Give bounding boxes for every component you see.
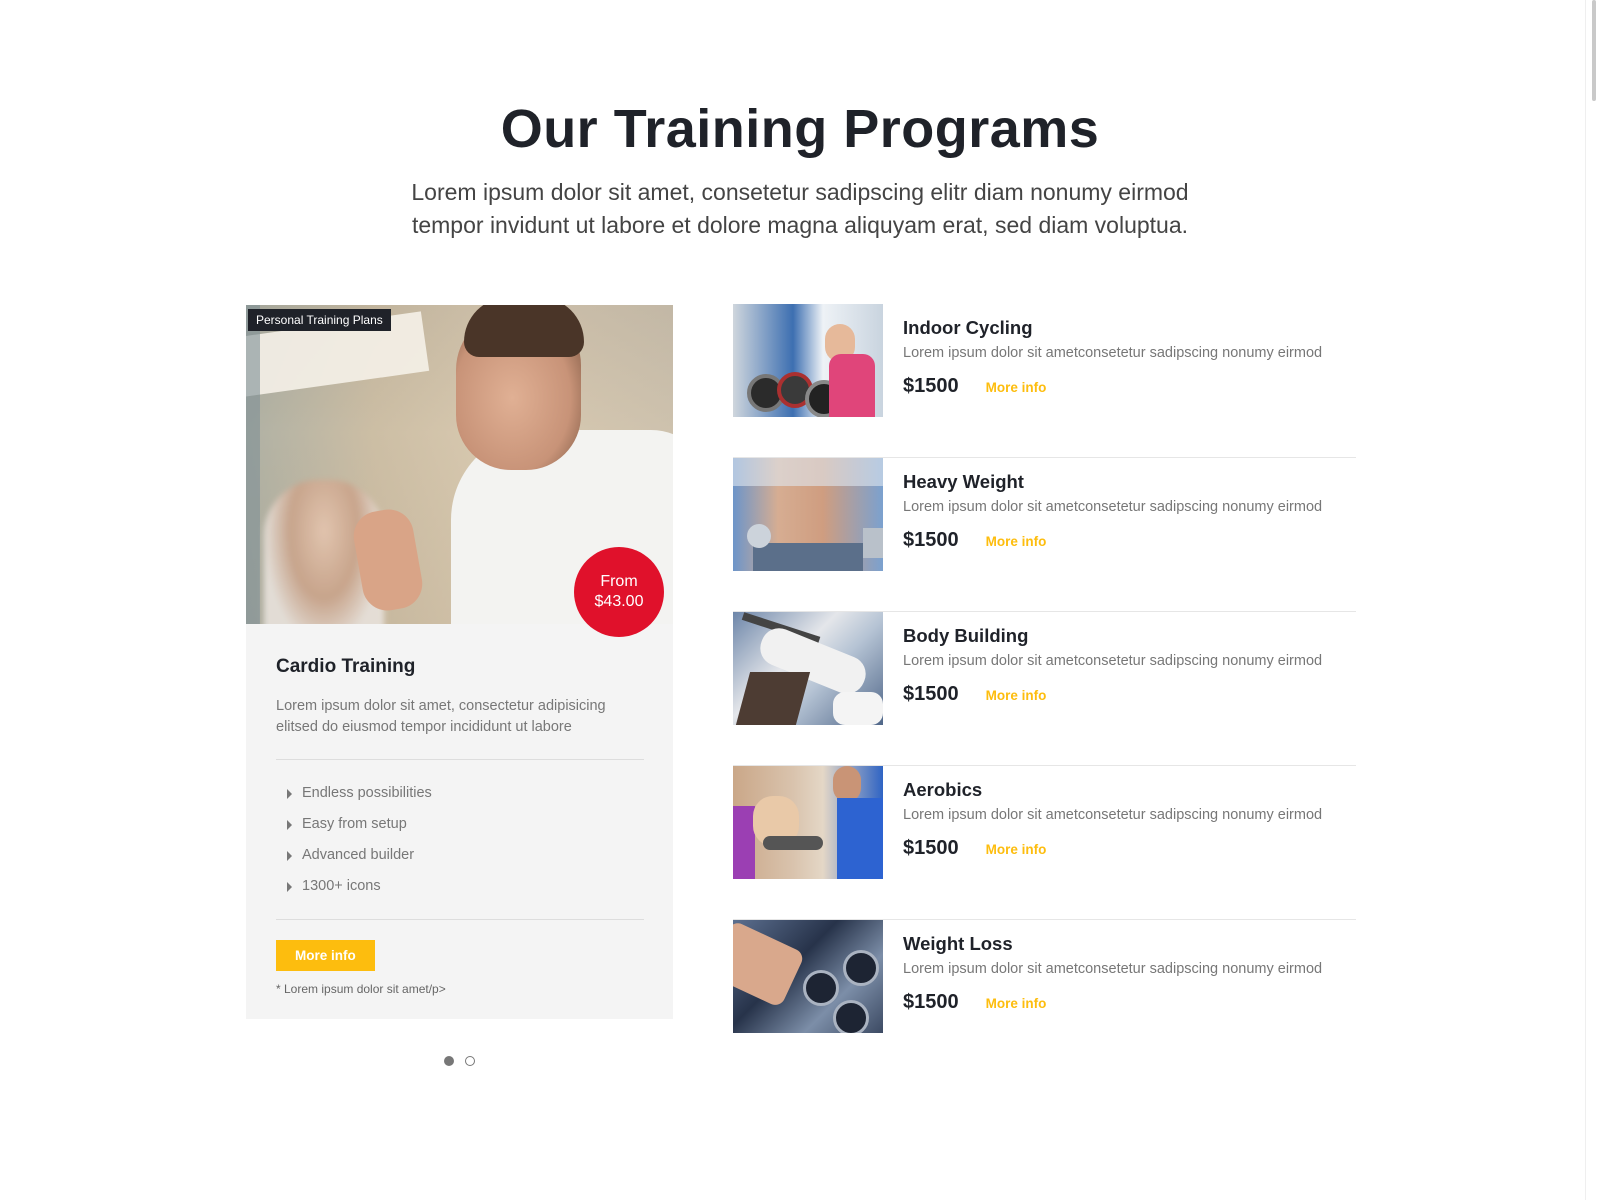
carousel-pagination bbox=[444, 1056, 475, 1066]
divider bbox=[276, 919, 644, 920]
program-meta: $1500 More info bbox=[903, 683, 1353, 706]
footnote: * Lorem ipsum dolor sit amet/p> bbox=[276, 982, 446, 996]
program-meta: $1500 More info bbox=[903, 375, 1353, 398]
program-info: Body Building Lorem ipsum dolor sit amet… bbox=[903, 624, 1353, 706]
program-thumbnail[interactable] bbox=[733, 304, 883, 417]
program-list: Indoor Cycling Lorem ipsum dolor sit ame… bbox=[733, 304, 1356, 1073]
featured-title: Cardio Training bbox=[276, 656, 416, 677]
carousel-dot-2[interactable] bbox=[465, 1056, 475, 1066]
caret-right-icon bbox=[287, 820, 292, 830]
program-title: Heavy Weight bbox=[903, 471, 1024, 492]
program-item-indoor-cycling: Indoor Cycling Lorem ipsum dolor sit ame… bbox=[733, 304, 1356, 458]
carousel-dot-1[interactable] bbox=[444, 1056, 454, 1066]
caret-right-icon bbox=[287, 789, 292, 799]
category-badge: Personal Training Plans bbox=[248, 309, 391, 331]
program-thumbnail[interactable] bbox=[733, 458, 883, 571]
program-thumbnail[interactable] bbox=[733, 612, 883, 725]
divider bbox=[276, 759, 644, 760]
program-title: Body Building bbox=[903, 625, 1029, 646]
program-description: Lorem ipsum dolor sit ametconsetetur sad… bbox=[903, 961, 1323, 977]
more-info-link[interactable]: More info bbox=[986, 688, 1047, 703]
program-meta: $1500 More info bbox=[903, 529, 1353, 552]
program-description: Lorem ipsum dolor sit ametconsetetur sad… bbox=[903, 345, 1323, 361]
more-info-link[interactable]: More info bbox=[986, 842, 1047, 857]
program-meta: $1500 More info bbox=[903, 837, 1353, 860]
program-item-aerobics: Aerobics Lorem ipsum dolor sit ametconse… bbox=[733, 766, 1356, 920]
featured-program-card: Personal Training Plans From $43.00 Card… bbox=[246, 305, 673, 1019]
feature-label: Easy from setup bbox=[302, 816, 407, 832]
more-info-link[interactable]: More info bbox=[986, 996, 1047, 1011]
program-title: Aerobics bbox=[903, 779, 983, 800]
program-price: $1500 bbox=[903, 991, 959, 1013]
program-item-heavy-weight: Heavy Weight Lorem ipsum dolor sit ametc… bbox=[733, 458, 1356, 612]
price-badge-amount: $43.00 bbox=[594, 593, 644, 610]
program-price: $1500 bbox=[903, 683, 959, 705]
featured-description: Lorem ipsum dolor sit amet, consectetur … bbox=[276, 698, 606, 735]
program-info: Aerobics Lorem ipsum dolor sit ametconse… bbox=[903, 778, 1353, 860]
page-subtitle: Lorem ipsum dolor sit amet, consetetur s… bbox=[411, 179, 1189, 238]
program-info: Heavy Weight Lorem ipsum dolor sit ametc… bbox=[903, 470, 1353, 552]
price-badge-label: From bbox=[600, 573, 638, 590]
feature-item: Easy from setup bbox=[276, 809, 644, 840]
feature-item: Endless possibilities bbox=[276, 778, 644, 809]
feature-label: Advanced builder bbox=[302, 847, 415, 863]
program-thumbnail[interactable] bbox=[733, 766, 883, 879]
scrollbar-thumb[interactable] bbox=[1592, 0, 1596, 101]
program-price: $1500 bbox=[903, 837, 959, 859]
program-price: $1500 bbox=[903, 529, 959, 551]
program-info: Weight Loss Lorem ipsum dolor sit ametco… bbox=[903, 932, 1353, 1014]
program-price: $1500 bbox=[903, 375, 959, 397]
caret-right-icon bbox=[287, 882, 292, 892]
more-info-link[interactable]: More info bbox=[986, 380, 1047, 395]
featured-card-body: Cardio Training Lorem ipsum dolor sit am… bbox=[276, 624, 644, 996]
feature-item: Advanced builder bbox=[276, 840, 644, 871]
program-title: Weight Loss bbox=[903, 933, 1013, 954]
program-description: Lorem ipsum dolor sit ametconsetetur sad… bbox=[903, 653, 1323, 669]
program-meta: $1500 More info bbox=[903, 991, 1353, 1014]
more-info-button[interactable]: More info bbox=[276, 940, 375, 971]
program-item-body-building: Body Building Lorem ipsum dolor sit amet… bbox=[733, 612, 1356, 766]
page-title: Our Training Programs bbox=[500, 99, 1100, 159]
feature-label: Endless possibilities bbox=[302, 785, 432, 801]
feature-label: 1300+ icons bbox=[302, 878, 381, 894]
program-thumbnail[interactable] bbox=[733, 920, 883, 1033]
program-description: Lorem ipsum dolor sit ametconsetetur sad… bbox=[903, 807, 1323, 823]
scrollbar[interactable] bbox=[1585, 0, 1600, 1200]
program-item-weight-loss: Weight Loss Lorem ipsum dolor sit ametco… bbox=[733, 920, 1356, 1073]
feature-list: Endless possibilities Easy from setup Ad… bbox=[276, 778, 644, 902]
program-title: Indoor Cycling bbox=[903, 317, 1033, 338]
more-info-link[interactable]: More info bbox=[986, 534, 1047, 549]
feature-item: 1300+ icons bbox=[276, 871, 644, 902]
program-info: Indoor Cycling Lorem ipsum dolor sit ame… bbox=[903, 316, 1353, 398]
caret-right-icon bbox=[287, 851, 292, 861]
program-description: Lorem ipsum dolor sit ametconsetetur sad… bbox=[903, 499, 1323, 515]
